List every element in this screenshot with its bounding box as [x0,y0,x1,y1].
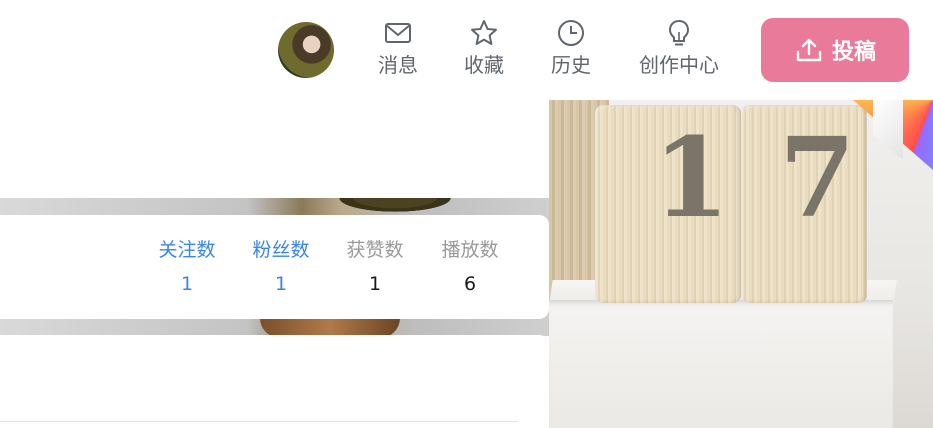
profile-space-page: 1 7 消息 收藏 历史 创作中心 投稿 关注数 1 粉丝数 1 获赞数 1 播… [0,0,933,428]
stat-fans-value: 1 [274,273,288,295]
nav-creator-center[interactable]: 创作中心 [628,18,730,84]
profile-stats-card: 关注数 1 粉丝数 1 获赞数 1 播放数 6 [0,215,549,319]
clock-icon [558,20,584,46]
top-nav-bar: 消息 收藏 历史 创作中心 投稿 [0,0,933,100]
nav-creator-center-label: 创作中心 [639,53,719,77]
profile-info-card [0,100,545,198]
nav-history[interactable]: 历史 [539,18,603,84]
stat-plays-value: 6 [463,273,477,295]
stat-following-label: 关注数 [158,239,216,261]
lightbulb-icon [668,19,690,46]
stat-likes-value: 1 [368,273,382,295]
content-card [0,335,549,428]
stat-likes-label: 获赞数 [346,239,404,261]
stat-fans[interactable]: 粉丝数 1 [241,237,321,297]
upload-button[interactable]: 投稿 [761,18,909,82]
stat-plays-label: 播放数 [441,239,499,261]
calendar-photo: 1 7 [549,100,933,428]
upload-button-label: 投稿 [831,40,876,65]
nav-favorites-label: 收藏 [464,53,504,77]
banner-plant-decoration [330,198,460,214]
nav-history-label: 历史 [551,53,591,77]
stat-likes: 获赞数 1 [335,237,415,297]
calendar-block-second: 7 [741,105,867,303]
stat-fans-label: 粉丝数 [252,239,310,261]
calendar-block-first: 1 [595,105,741,303]
stat-following[interactable]: 关注数 1 [147,237,227,297]
calendar-stand [549,300,893,428]
content-divider [0,421,518,422]
nav-messages[interactable]: 消息 [366,18,430,84]
nav-messages-label: 消息 [378,53,418,77]
stat-plays: 播放数 6 [430,237,510,297]
page-fold-decoration [873,100,903,160]
star-icon [471,20,497,45]
nav-favorites[interactable]: 收藏 [452,18,516,84]
calendar-digit-first: 1 [653,113,730,242]
mail-icon [385,23,411,43]
user-avatar[interactable] [278,22,334,78]
calendar-digit-second: 7 [779,113,856,242]
upload-icon [796,38,822,62]
stat-following-value: 1 [180,273,194,295]
